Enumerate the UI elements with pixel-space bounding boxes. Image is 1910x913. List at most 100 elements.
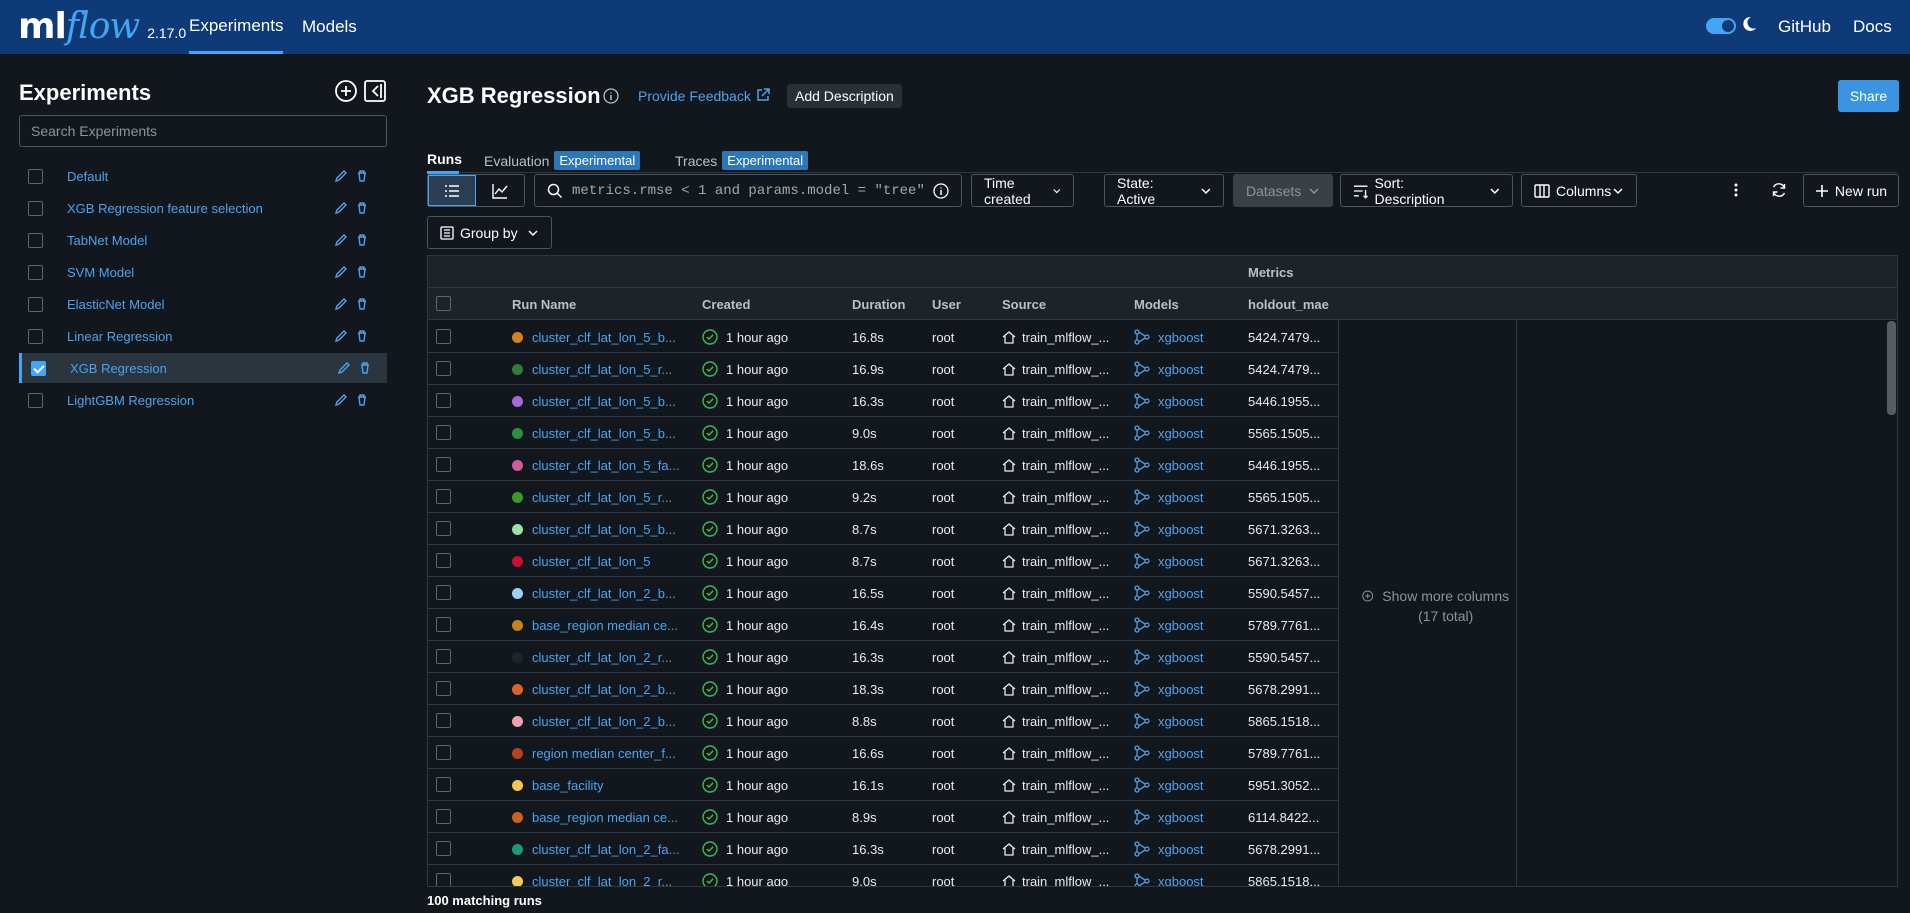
nav-tab-experiments[interactable]: Experiments xyxy=(189,0,284,54)
model-link[interactable]: xgboost xyxy=(1158,522,1204,537)
run-name-link[interactable]: base_region median ce... xyxy=(532,810,678,825)
model-link[interactable]: xgboost xyxy=(1158,458,1204,473)
run-name-link[interactable]: cluster_clf_lat_lon_2_fa... xyxy=(532,842,679,857)
search-experiments-input[interactable]: Search Experiments xyxy=(19,115,387,147)
col-models[interactable]: Models xyxy=(1134,288,1179,320)
run-name-link[interactable]: cluster_clf_lat_lon_2_b... xyxy=(532,714,676,729)
table-row[interactable]: base_region median ce... 1 hour ago 16.4s r… xyxy=(428,609,1338,641)
trash-icon[interactable] xyxy=(355,393,369,407)
sort-dropdown[interactable]: Sort: Description xyxy=(1340,174,1513,207)
edit-icon[interactable] xyxy=(334,265,348,279)
experiment-checkbox[interactable] xyxy=(28,297,43,312)
table-row[interactable]: cluster_clf_lat_lon_5 1 hour ago 8.7s root t… xyxy=(428,545,1338,577)
tab-traces[interactable]: Traces Experimental xyxy=(675,151,809,170)
table-row[interactable]: cluster_clf_lat_lon_5_b... 1 hour ago 16.8… xyxy=(428,321,1338,353)
group-by-dropdown[interactable]: Group by xyxy=(427,216,552,249)
experiment-name[interactable]: XGB Regression xyxy=(70,361,167,376)
table-row[interactable]: cluster_clf_lat_lon_2_b... 1 hour ago 18.3… xyxy=(428,673,1338,705)
source-cell[interactable]: train_mlflow_... xyxy=(1002,385,1124,417)
row-checkbox[interactable] xyxy=(436,873,451,886)
collapse-sidebar-icon[interactable] xyxy=(364,80,386,102)
trash-icon[interactable] xyxy=(355,329,369,343)
col-holdout-mae[interactable]: holdout_mae xyxy=(1248,288,1329,320)
table-row[interactable]: cluster_clf_lat_lon_2_b... 1 hour ago 8.8s… xyxy=(428,705,1338,737)
select-all-checkbox[interactable] xyxy=(436,296,451,311)
experiment-checkbox[interactable] xyxy=(28,265,43,280)
nav-tab-models[interactable]: Models xyxy=(302,0,357,54)
model-link[interactable]: xgboost xyxy=(1158,810,1204,825)
experiment-checkbox[interactable] xyxy=(31,361,46,376)
model-link[interactable]: xgboost xyxy=(1158,490,1204,505)
run-name-cell[interactable]: cluster_clf_lat_lon_2_b... xyxy=(512,577,690,609)
table-row[interactable]: cluster_clf_lat_lon_5_fa... 1 hour ago 18.… xyxy=(428,449,1338,481)
row-checkbox[interactable] xyxy=(436,809,451,824)
run-name-link[interactable]: cluster_clf_lat_lon_2_r... xyxy=(532,650,672,665)
models-cell[interactable]: xgboost xyxy=(1134,865,1238,886)
models-cell[interactable]: xgboost xyxy=(1134,705,1238,737)
source-cell[interactable]: train_mlflow_... xyxy=(1002,481,1124,513)
run-name-link[interactable]: cluster_clf_lat_lon_5_b... xyxy=(532,426,676,441)
refresh-icon[interactable] xyxy=(1771,182,1787,198)
row-checkbox[interactable] xyxy=(436,425,451,440)
model-link[interactable]: xgboost xyxy=(1158,362,1204,377)
row-checkbox[interactable] xyxy=(436,489,451,504)
share-button[interactable]: Share xyxy=(1838,80,1899,112)
col-source[interactable]: Source xyxy=(1002,288,1046,320)
run-name-cell[interactable]: cluster_clf_lat_lon_5_b... xyxy=(512,385,690,417)
row-checkbox[interactable] xyxy=(436,617,451,632)
run-name-cell[interactable]: cluster_clf_lat_lon_5_fa... xyxy=(512,449,690,481)
experiment-item[interactable]: LightGBM Regression xyxy=(19,385,387,415)
run-name-cell[interactable]: cluster_clf_lat_lon_5_r... xyxy=(512,481,690,513)
models-cell[interactable]: xgboost xyxy=(1134,737,1238,769)
run-name-link[interactable]: cluster_clf_lat_lon_5_b... xyxy=(532,330,676,345)
source-cell[interactable]: train_mlflow_... xyxy=(1002,321,1124,353)
chart-view-button[interactable] xyxy=(476,175,524,206)
table-row[interactable]: cluster_clf_lat_lon_2_r... 1 hour ago 16.3… xyxy=(428,641,1338,673)
source-cell[interactable]: train_mlflow_... xyxy=(1002,865,1124,886)
provide-feedback-link[interactable]: Provide Feedback xyxy=(638,88,751,104)
experiment-name[interactable]: XGB Regression feature selection xyxy=(67,201,263,216)
run-name-cell[interactable]: base_region median ce... xyxy=(512,801,690,833)
github-link[interactable]: GitHub xyxy=(1778,0,1831,54)
external-link-icon[interactable] xyxy=(755,87,771,103)
run-name-cell[interactable]: cluster_clf_lat_lon_2_r... xyxy=(512,641,690,673)
models-cell[interactable]: xgboost xyxy=(1134,449,1238,481)
run-name-link[interactable]: base_facility xyxy=(532,778,604,793)
experiment-item[interactable]: TabNet Model xyxy=(19,225,387,255)
edit-icon[interactable] xyxy=(334,201,348,215)
run-name-cell[interactable]: cluster_clf_lat_lon_5 xyxy=(512,545,690,577)
table-view-button[interactable] xyxy=(428,175,477,206)
run-name-link[interactable]: cluster_clf_lat_lon_5_fa... xyxy=(532,458,679,473)
run-name-cell[interactable]: cluster_clf_lat_lon_2_r... xyxy=(512,865,690,886)
table-row[interactable]: cluster_clf_lat_lon_5_b... 1 hour ago 8.7s… xyxy=(428,513,1338,545)
models-cell[interactable]: xgboost xyxy=(1134,385,1238,417)
trash-icon[interactable] xyxy=(355,265,369,279)
row-checkbox[interactable] xyxy=(436,585,451,600)
run-name-cell[interactable]: region median center_f... xyxy=(512,737,690,769)
docs-link[interactable]: Docs xyxy=(1853,0,1892,54)
models-cell[interactable]: xgboost xyxy=(1134,481,1238,513)
run-name-link[interactable]: cluster_clf_lat_lon_5_r... xyxy=(532,490,672,505)
source-cell[interactable]: train_mlflow_... xyxy=(1002,545,1124,577)
run-name-link[interactable]: cluster_clf_lat_lon_5_b... xyxy=(532,394,676,409)
trash-icon[interactable] xyxy=(355,233,369,247)
row-checkbox[interactable] xyxy=(436,329,451,344)
kebab-menu-icon[interactable] xyxy=(1728,182,1744,198)
table-row[interactable]: cluster_clf_lat_lon_2_fa... 1 hour ago 16.… xyxy=(428,833,1338,865)
experiment-item[interactable]: XGB Regression feature selection xyxy=(19,193,387,223)
run-name-link[interactable]: cluster_clf_lat_lon_5 xyxy=(532,554,651,569)
new-run-button[interactable]: New run xyxy=(1803,174,1899,207)
table-row[interactable]: cluster_clf_lat_lon_5_b... 1 hour ago 16.3… xyxy=(428,385,1338,417)
model-link[interactable]: xgboost xyxy=(1158,842,1204,857)
row-checkbox[interactable] xyxy=(436,521,451,536)
models-cell[interactable]: xgboost xyxy=(1134,673,1238,705)
models-cell[interactable]: xgboost xyxy=(1134,417,1238,449)
table-row[interactable]: region median center_f... 1 hour ago 16.6s… xyxy=(428,737,1338,769)
models-cell[interactable]: xgboost xyxy=(1134,545,1238,577)
info-icon[interactable] xyxy=(933,183,949,199)
model-link[interactable]: xgboost xyxy=(1158,778,1204,793)
add-experiment-icon[interactable] xyxy=(335,80,357,102)
run-name-cell[interactable]: cluster_clf_lat_lon_2_b... xyxy=(512,673,690,705)
edit-icon[interactable] xyxy=(334,329,348,343)
mlflow-logo[interactable]: ml flow 2.17.0 xyxy=(18,6,186,47)
